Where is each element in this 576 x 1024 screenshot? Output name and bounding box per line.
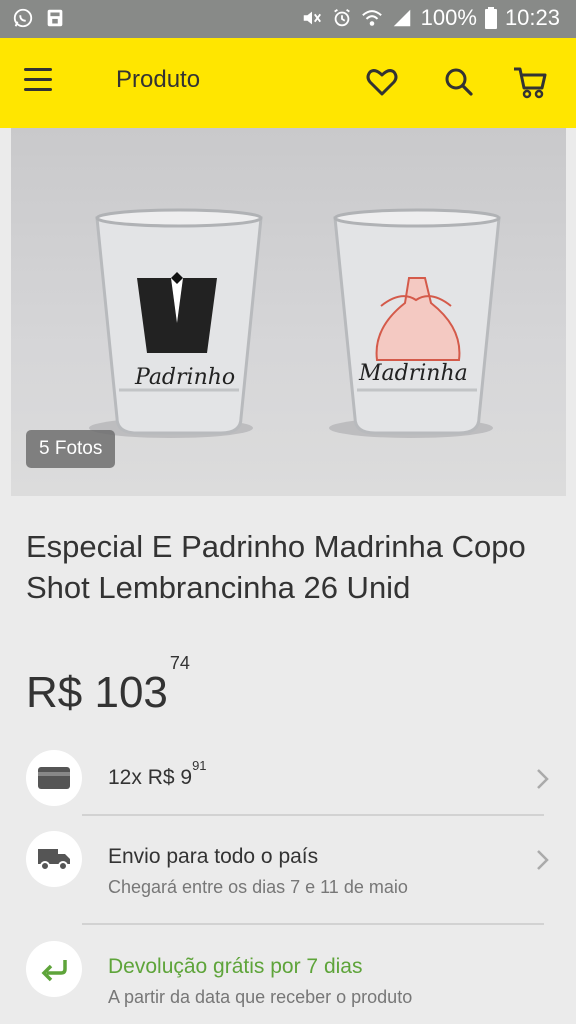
installments-text: 12x R$ 991 xyxy=(108,758,207,790)
returns-subtitle: A partir da data que receber o produto xyxy=(108,987,413,1007)
installments-cents: 91 xyxy=(192,758,207,773)
madrinha-label: Madrinha xyxy=(358,361,468,386)
battery-level: 100% xyxy=(420,5,477,30)
wifi-icon xyxy=(361,10,382,26)
alarm-icon xyxy=(333,8,350,27)
truck-icon xyxy=(26,831,82,887)
madrinha-shot-glass: Madrinha xyxy=(333,208,501,435)
padrinho-shot-glass: Padrinho xyxy=(95,208,263,435)
page-title: Produto xyxy=(116,66,201,93)
shipping-title: Envio para todo o país xyxy=(108,845,319,868)
divider xyxy=(82,923,544,925)
divider xyxy=(82,814,544,816)
chevron-right-icon xyxy=(537,850,549,870)
whatsapp-icon xyxy=(13,8,33,28)
status-bar: 100% 10:23 xyxy=(0,0,576,38)
price-integer: 103 xyxy=(94,668,168,717)
clock: 10:23 xyxy=(504,5,560,30)
padrinho-label: Padrinho xyxy=(134,365,235,390)
heart-icon[interactable] xyxy=(364,64,400,100)
price-currency: R$ xyxy=(26,668,83,717)
chevron-right-icon xyxy=(537,769,549,789)
photo-count-badge[interactable]: 5 Fotos xyxy=(26,430,116,468)
gallery-notification-icon xyxy=(47,9,63,27)
installments-label: 12x R$ 9 xyxy=(108,766,193,789)
battery-icon xyxy=(484,7,497,29)
price-cents: 74 xyxy=(169,653,190,674)
credit-card-icon xyxy=(26,750,82,806)
menu-icon[interactable] xyxy=(24,68,54,98)
cart-icon[interactable] xyxy=(512,64,548,100)
search-icon[interactable] xyxy=(441,64,477,100)
return-arrow-icon xyxy=(26,941,82,997)
mute-icon xyxy=(303,11,321,25)
product-price: R$ 10374 xyxy=(26,653,190,718)
returns-title: Devolução grátis por 7 dias xyxy=(108,955,363,978)
shipping-subtitle: Chegará entre os dias 7 e 11 de maio xyxy=(108,877,408,897)
product-image-gallery[interactable]: Padrinho Madrinha 5 Fotos xyxy=(11,128,566,496)
product-title: Especial E Padrinho Madrinha Copo Shot L… xyxy=(26,529,526,605)
signal-icon xyxy=(393,9,410,27)
app-header: Produto xyxy=(0,38,576,128)
